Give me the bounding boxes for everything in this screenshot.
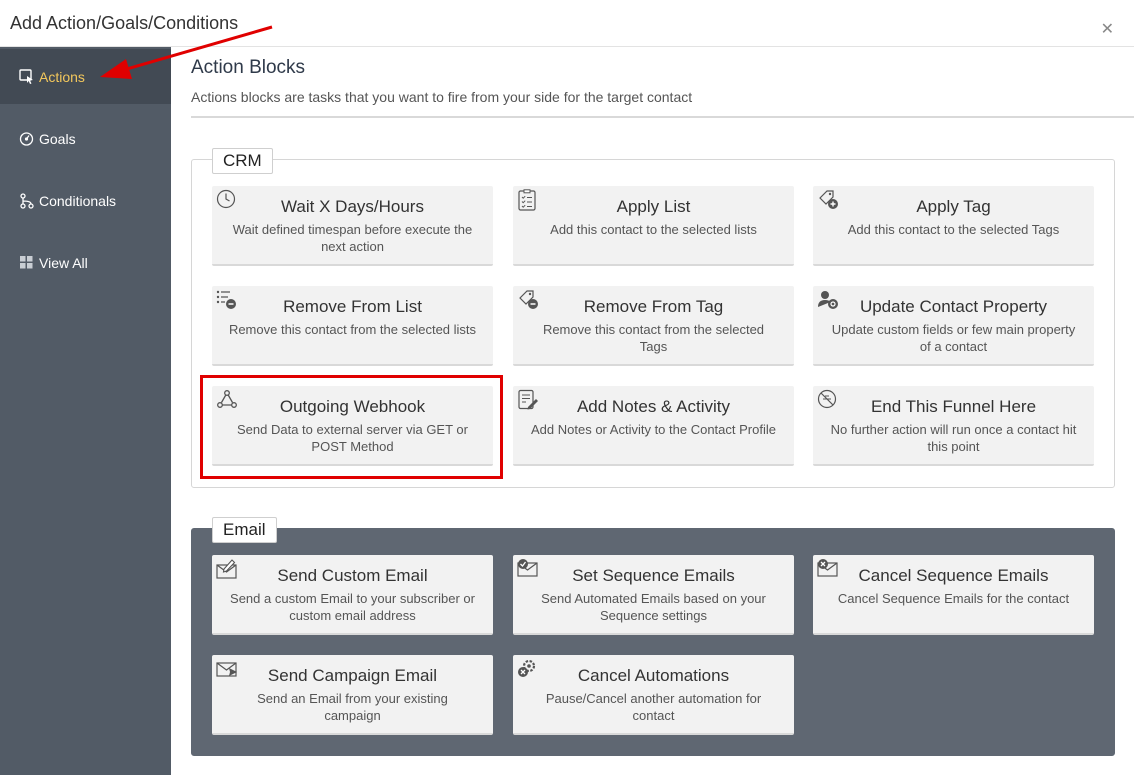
block-desc: Cancel Sequence Emails for the contact xyxy=(837,591,1070,606)
email-edit-icon xyxy=(216,558,238,580)
sidebar: Actions Goals Conditionals View All xyxy=(0,47,171,775)
clock-icon xyxy=(216,189,238,211)
action-icon xyxy=(18,69,34,85)
block-title: Remove From List xyxy=(283,297,422,316)
block-wait[interactable]: Wait X Days/Hours Wait defined timespan … xyxy=(212,186,493,266)
block-title: Apply Tag xyxy=(916,197,991,216)
note-edit-icon xyxy=(517,389,539,411)
sidebar-item-conditionals[interactable]: Conditionals xyxy=(0,173,171,228)
block-add-notes-activity[interactable]: Add Notes & Activity Add Notes or Activi… xyxy=(513,386,794,466)
block-desc: Send a custom Email to your subscriber o… xyxy=(230,591,475,623)
block-desc: No further action will run once a contac… xyxy=(830,422,1077,454)
section-legend-crm: CRM xyxy=(212,148,273,174)
user-settings-icon xyxy=(817,289,839,311)
block-send-campaign-email[interactable]: Send Campaign Email Send an Email from y… xyxy=(212,655,493,735)
crm-section: CRM Wait X Days/Hours Wait defined times… xyxy=(191,148,1115,488)
block-title: Remove From Tag xyxy=(583,297,724,316)
sidebar-item-label: Actions xyxy=(39,68,85,85)
block-title: Apply List xyxy=(616,197,691,216)
section-legend-email: Email xyxy=(212,517,277,543)
modal-title: Add Action/Goals/Conditions xyxy=(10,13,239,33)
block-set-sequence-emails[interactable]: Set Sequence Emails Send Automated Email… xyxy=(513,555,794,635)
block-apply-list[interactable]: Apply List Add this contact to the selec… xyxy=(513,186,794,266)
block-desc: Wait defined timespan before execute the… xyxy=(232,222,473,254)
block-title: Wait X Days/Hours xyxy=(281,197,424,216)
block-title: End This Funnel Here xyxy=(870,397,1037,416)
block-desc: Pause/Cancel another automation for cont… xyxy=(545,691,762,723)
block-title: Outgoing Webhook xyxy=(279,397,426,416)
block-title: Send Custom Email xyxy=(277,566,428,585)
main-panel: Action Blocks Actions blocks are tasks t… xyxy=(171,47,1134,775)
block-desc: Remove this contact from the selected li… xyxy=(228,322,477,337)
block-title: Cancel Sequence Emails xyxy=(858,566,1049,585)
modal-header: Add Action/Goals/Conditions ✕ xyxy=(0,0,1134,47)
automation-cancel-icon xyxy=(517,658,539,680)
block-desc: Send an Email from your existing campaig… xyxy=(257,691,448,723)
block-update-contact-property[interactable]: Update Contact Property Update custom fi… xyxy=(813,286,1094,366)
page-subtitle: Actions blocks are tasks that you want t… xyxy=(191,89,693,105)
block-desc: Send Automated Emails based on your Sequ… xyxy=(541,591,766,623)
block-desc: Remove this contact from the selected Ta… xyxy=(542,322,765,354)
list-remove-icon xyxy=(216,289,238,311)
sidebar-item-label: View All xyxy=(39,254,88,271)
block-desc: Add Notes or Activity to the Contact Pro… xyxy=(531,422,776,437)
divider xyxy=(191,116,1134,118)
block-remove-from-tag[interactable]: Remove From Tag Remove this contact from… xyxy=(513,286,794,366)
block-title: Update Contact Property xyxy=(859,297,1048,316)
block-title: Cancel Automations xyxy=(577,666,730,685)
tag-add-icon xyxy=(817,189,839,211)
block-title: Set Sequence Emails xyxy=(572,566,735,585)
block-end-funnel[interactable]: End This Funnel Here No further action w… xyxy=(813,386,1094,466)
email-send-icon xyxy=(216,658,238,680)
block-outgoing-webhook[interactable]: Outgoing Webhook Send Data to external s… xyxy=(212,386,493,466)
close-icon[interactable]: ✕ xyxy=(1101,22,1114,38)
block-desc: Update custom fields or few main propert… xyxy=(831,322,1076,354)
email-check-icon xyxy=(517,558,539,580)
block-apply-tag[interactable]: Apply Tag Add this contact to the select… xyxy=(813,186,1094,266)
sidebar-item-label: Goals xyxy=(39,130,76,147)
block-desc: Send Data to external server via GET or … xyxy=(237,422,468,454)
sidebar-item-label: Conditionals xyxy=(39,192,117,209)
block-send-custom-email[interactable]: Send Custom Email Send a custom Email to… xyxy=(212,555,493,635)
block-desc: Add this contact to the selected Tags xyxy=(847,222,1060,237)
sidebar-item-view-all[interactable]: View All xyxy=(0,235,171,290)
tag-remove-icon xyxy=(517,289,539,311)
sidebar-item-goals[interactable]: Goals xyxy=(0,111,171,166)
email-section: Email Send Custom Email Send a custom Em… xyxy=(191,517,1115,756)
goal-icon xyxy=(18,131,34,147)
webhook-icon xyxy=(216,389,238,411)
block-cancel-sequence-emails[interactable]: Cancel Sequence Emails Cancel Sequence E… xyxy=(813,555,1094,635)
conditional-icon xyxy=(18,192,34,209)
block-cancel-automations[interactable]: Cancel Automations Pause/Cancel another … xyxy=(513,655,794,735)
page-title: Action Blocks xyxy=(191,57,306,78)
block-remove-from-list[interactable]: Remove From List Remove this contact fro… xyxy=(212,286,493,366)
block-title: Send Campaign Email xyxy=(267,666,438,685)
sidebar-item-actions[interactable]: Actions xyxy=(0,49,171,104)
block-title: Add Notes & Activity xyxy=(576,397,731,416)
email-cancel-icon xyxy=(817,558,839,580)
block-desc: Add this contact to the selected lists xyxy=(550,222,757,237)
clipboard-list-icon xyxy=(517,189,539,211)
stop-icon xyxy=(817,389,839,411)
grid-icon xyxy=(18,255,34,271)
